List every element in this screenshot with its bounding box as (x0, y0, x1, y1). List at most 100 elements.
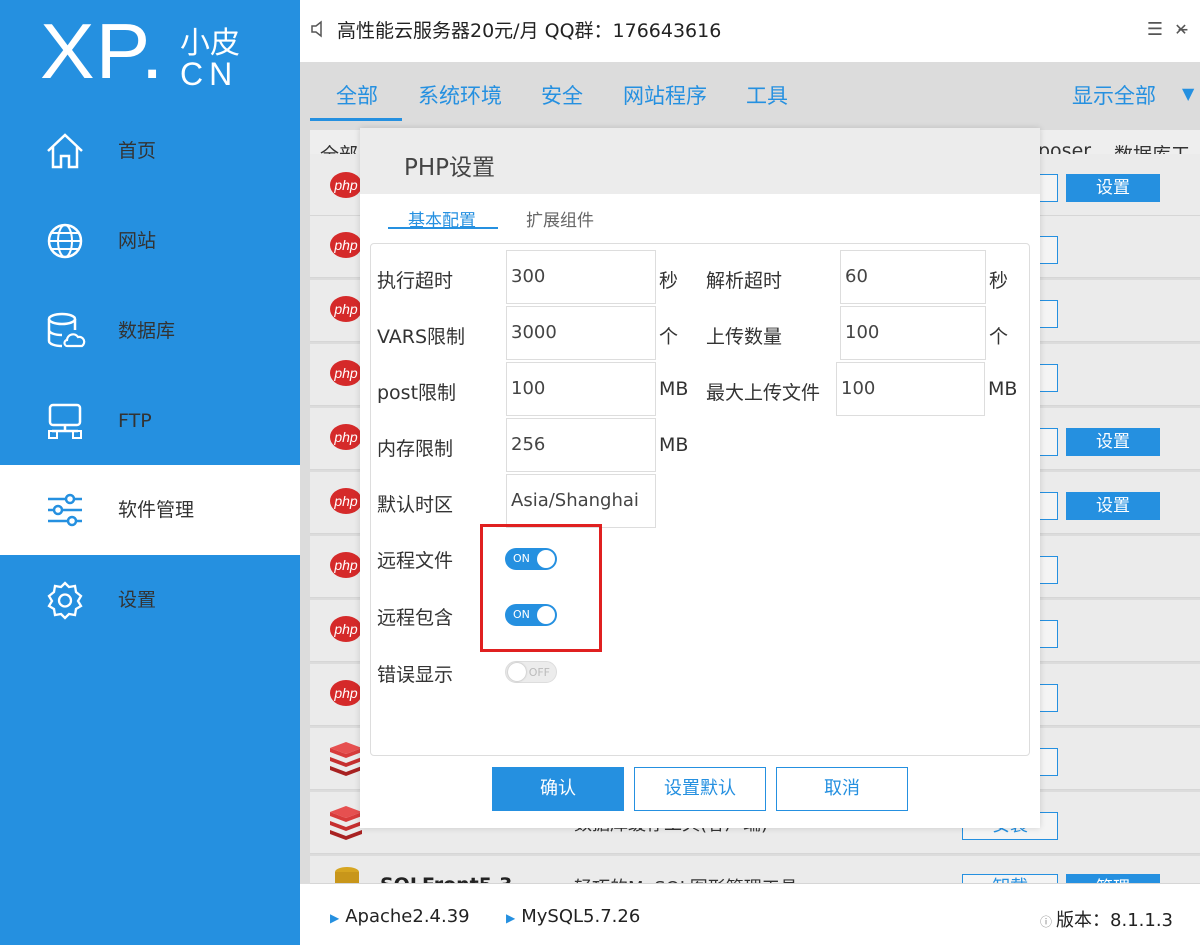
memory-limit-input[interactable]: 256 (506, 418, 656, 472)
tab-system[interactable]: 系统环境 (418, 80, 502, 110)
mysql-version: MySQL5.7.26 (521, 906, 641, 927)
version-info: ⓘ 版本：8.1.1.3 (1040, 906, 1173, 932)
category-tabs: 全部 系统环境 安全 网站程序 工具 显示全部 ▼ (310, 62, 1200, 124)
redis-icon (330, 742, 362, 776)
settings-panel: 执行超时 300 秒 解析超时 60 秒 VARS限制 3000 个 上传数量 … (370, 243, 1030, 756)
exec-timeout-input[interactable]: 300 (506, 250, 656, 304)
vars-limit-input[interactable]: 3000 (506, 306, 656, 360)
php-icon: php (330, 616, 362, 642)
toggle-state: OFF (528, 666, 550, 679)
php-icon: php (330, 680, 362, 706)
upload-count-label: 上传数量 (706, 326, 783, 348)
sidebar-item-website[interactable]: 网站 (0, 196, 300, 286)
parse-timeout-label: 解析超时 (706, 270, 783, 292)
tab-extensions[interactable]: 扩展组件 (526, 206, 594, 231)
software-name: SQLFront5.3 (380, 874, 512, 883)
confirm-button[interactable]: 确认 (492, 767, 624, 811)
redis-icon (330, 806, 362, 840)
version-label: 版本： (1056, 910, 1111, 931)
dialog-title-bar: PHP设置 (360, 128, 1040, 194)
highlight-box (480, 524, 602, 652)
status-bar: ▶ Apache2.4.39 ▶ MySQL5.7.26 ⓘ 版本：8.1.1.3 (300, 884, 1200, 945)
sidebar-item-label: 设置 (118, 589, 157, 611)
settings-button[interactable]: 设置 (1066, 428, 1160, 456)
sidebar-item-database[interactable]: 数据库 (0, 286, 300, 376)
php-icon: php (330, 172, 362, 198)
active-tab-indicator (388, 227, 498, 229)
sidebar-item-label: 软件管理 (118, 499, 195, 521)
timezone-label: 默认时区 (377, 494, 454, 516)
set-default-button[interactable]: 设置默认 (634, 767, 766, 811)
announcement-text[interactable]: 高性能云服务器20元/月 QQ群：176643616 (337, 16, 721, 43)
apache-version: Apache2.4.39 (345, 906, 470, 927)
database-icon (47, 312, 86, 348)
active-tab-indicator (310, 118, 402, 121)
php-icon: php (330, 488, 362, 514)
timezone-input[interactable]: Asia/Shanghai (506, 474, 656, 528)
sqlfront-icon (335, 867, 359, 883)
tab-website-programs[interactable]: 网站程序 (623, 80, 707, 110)
sidebar-item-label: 网站 (118, 230, 157, 252)
table-row: SQLFront5.3 轻巧的MySQL图形管理工具 卸载 管理 (310, 856, 1200, 884)
gear-icon (47, 581, 83, 620)
manage-button[interactable]: 管理 (1066, 874, 1160, 883)
home-icon (47, 133, 83, 169)
sidebar-item-software[interactable]: 软件管理 (0, 465, 300, 555)
cancel-button[interactable]: 取消 (776, 767, 908, 811)
sidebar-item-ftp[interactable]: FTP (0, 376, 300, 466)
speaker-icon (311, 20, 322, 38)
upload-count-input[interactable]: 100 (840, 306, 986, 360)
logo-xp: XP. (40, 7, 165, 95)
max-upload-unit: MB (988, 378, 1018, 400)
sidebar: XP. 小皮 CN 首页 网站 数据库 FTP 软件管理 设置 (0, 0, 300, 945)
post-limit-unit: MB (659, 378, 689, 400)
version-number: 8.1.1.3 (1110, 910, 1173, 931)
upload-count-unit: 个 (989, 326, 1009, 348)
sidebar-item-settings[interactable]: 设置 (0, 555, 300, 645)
memory-limit-unit: MB (659, 434, 689, 456)
logo-cn: CN (180, 56, 239, 92)
app-logo: XP. 小皮 CN (40, 7, 290, 102)
show-all-dropdown[interactable]: 显示全部 (1072, 80, 1156, 110)
mysql-status[interactable]: ▶ MySQL5.7.26 (506, 906, 640, 927)
sliders-icon (48, 493, 82, 527)
post-limit-input[interactable]: 100 (506, 362, 656, 416)
error-display-toggle[interactable]: OFF (505, 661, 557, 683)
uninstall-button[interactable]: 卸载 (962, 874, 1058, 883)
software-description: 轻巧的MySQL图形管理工具 (574, 874, 798, 883)
php-settings-dialog: PHP设置 基本配置 扩展组件 执行超时 300 秒 解析超时 60 秒 VAR… (360, 128, 1040, 828)
php-icon: php (330, 232, 362, 258)
tab-all[interactable]: 全部 (336, 80, 378, 110)
memory-limit-label: 内存限制 (377, 438, 454, 460)
vars-limit-unit: 个 (659, 326, 679, 348)
info-icon: ⓘ (1040, 915, 1053, 929)
ftp-icon (48, 403, 82, 439)
tab-security[interactable]: 安全 (541, 80, 583, 110)
globe-icon (47, 223, 83, 259)
error-display-label: 错误显示 (377, 664, 454, 686)
tab-tools[interactable]: 工具 (746, 80, 788, 110)
php-icon: php (330, 552, 362, 578)
settings-button[interactable]: 设置 (1066, 492, 1160, 520)
sidebar-item-home[interactable]: 首页 (0, 106, 300, 196)
max-upload-input[interactable]: 100 (836, 362, 985, 416)
title-bar: 高性能云服务器20元/月 QQ群：176643616 ☰ – ✕ (300, 0, 1200, 62)
remote-file-label: 远程文件 (377, 550, 454, 572)
sidebar-item-label: 首页 (118, 140, 157, 162)
vars-limit-label: VARS限制 (377, 326, 466, 348)
dialog-title: PHP设置 (404, 155, 496, 181)
max-upload-label: 最大上传文件 (706, 382, 821, 404)
apache-status[interactable]: ▶ Apache2.4.39 (330, 906, 470, 927)
php-icon: php (330, 296, 362, 322)
sidebar-item-label: FTP (118, 410, 152, 432)
remote-include-label: 远程包含 (377, 607, 454, 629)
exec-timeout-label: 执行超时 (377, 270, 454, 292)
php-icon: php (330, 360, 362, 386)
play-icon: ▶ (330, 911, 340, 925)
close-icon[interactable]: ✕ (1166, 14, 1196, 44)
parse-timeout-input[interactable]: 60 (840, 250, 986, 304)
parse-timeout-unit: 秒 (989, 270, 1009, 292)
settings-button[interactable]: 设置 (1066, 174, 1160, 202)
play-icon: ▶ (506, 911, 516, 925)
chevron-down-icon[interactable]: ▼ (1182, 84, 1194, 103)
